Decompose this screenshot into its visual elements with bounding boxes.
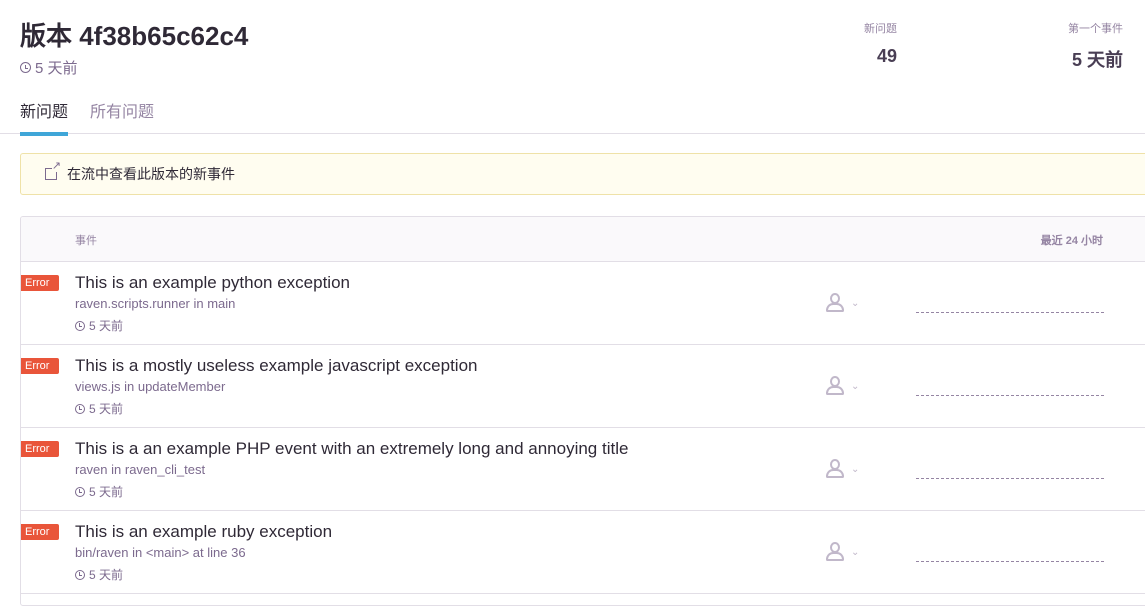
issues-panel: 事件 最近 24 小时 Error This is an example pyt… [20, 216, 1145, 606]
assignee-selector[interactable]: ⌄ [825, 542, 859, 562]
issue-title[interactable]: This is an example ruby exception [75, 522, 332, 542]
user-icon [825, 459, 845, 479]
issue-culprit: raven.scripts.runner in main [75, 296, 236, 311]
issue-time: 5 天前 [75, 317, 123, 334]
error-badge: Error [21, 358, 60, 374]
issue-culprit: bin/raven in <main> at line 36 [75, 545, 246, 560]
issue-time-text: 5 天前 [89, 402, 124, 416]
issues-panel-header: 事件 最近 24 小时 [21, 217, 1145, 262]
issue-time: 5 天前 [75, 400, 123, 417]
chevron-down-icon: ⌄ [851, 546, 860, 558]
chevron-down-icon: ⌄ [851, 380, 860, 392]
issue-time: 5 天前 [75, 483, 123, 500]
issue-title[interactable]: This is a mostly useless example javascr… [75, 356, 478, 376]
first-event-stat: 第一个事件 5 天前 [1068, 20, 1123, 72]
assignee-selector[interactable]: ⌄ [825, 293, 859, 313]
error-badge: Error [21, 275, 60, 291]
issue-time-text: 5 天前 [89, 319, 124, 333]
user-icon [825, 293, 845, 313]
view-in-stream-alert[interactable]: 在流中查看此版本的新事件 [20, 153, 1145, 195]
release-age-text: 5 天前 [35, 60, 78, 77]
alert-text[interactable]: 在流中查看此版本的新事件 [67, 164, 235, 184]
clock-icon [75, 403, 85, 414]
error-badge: Error [21, 524, 60, 540]
issue-time-text: 5 天前 [89, 568, 124, 582]
page-title: 版本 4f38b65c62c4 [20, 21, 249, 51]
column-graph-header[interactable]: 最近 24 小时 [1041, 232, 1103, 248]
column-event-header: 事件 [75, 235, 97, 247]
issue-row[interactable]: Error This is a an example PHP event wit… [21, 428, 1145, 511]
tab-bar: 新问题 所有问题 [20, 98, 154, 136]
sparkline-24h [916, 395, 1104, 396]
issue-title[interactable]: This is an example python exception [75, 273, 350, 293]
clock-icon [75, 320, 85, 331]
first-event-value: 5 天前 [1071, 50, 1123, 70]
assignee-selector[interactable]: ⌄ [825, 376, 859, 396]
first-event-label: 第一个事件 [1068, 23, 1123, 35]
tab-new-issues[interactable]: 新问题 [20, 98, 69, 136]
clock-icon [75, 569, 85, 580]
issue-title[interactable]: This is a an example PHP event with an e… [75, 439, 628, 459]
chevron-down-icon: ⌄ [851, 297, 860, 309]
sparkline-24h [916, 561, 1104, 562]
assignee-selector[interactable]: ⌄ [825, 459, 859, 479]
external-link-icon [45, 161, 61, 180]
release-age: 5 天前 [20, 57, 78, 78]
new-issues-label: 新问题 [864, 23, 897, 35]
user-icon [825, 542, 845, 562]
release-header: 版本 4f38b65c62c4 5 天前 新问题 49 第一个事件 5 天前 新… [0, 0, 1145, 136]
issue-time: 5 天前 [75, 566, 123, 583]
issue-row[interactable]: Error This is an example ruby exception … [21, 511, 1145, 594]
user-icon [825, 376, 845, 396]
issue-culprit: views.js in updateMember [75, 379, 226, 394]
new-issues-value: 49 [876, 46, 897, 66]
issue-row[interactable]: Error This is an example python exceptio… [21, 262, 1145, 345]
new-issues-stat: 新问题 49 [864, 20, 897, 67]
sparkline-24h [916, 478, 1104, 479]
issue-time-text: 5 天前 [89, 485, 124, 499]
clock-icon [20, 62, 31, 73]
error-badge: Error [21, 441, 60, 457]
clock-icon [75, 486, 85, 497]
chevron-down-icon: ⌄ [851, 463, 860, 475]
sparkline-24h [916, 312, 1104, 313]
tab-all-issues[interactable]: 所有问题 [90, 98, 154, 132]
issue-culprit: raven in raven_cli_test [75, 462, 206, 477]
issue-row[interactable]: Error This is a mostly useless example j… [21, 345, 1145, 428]
